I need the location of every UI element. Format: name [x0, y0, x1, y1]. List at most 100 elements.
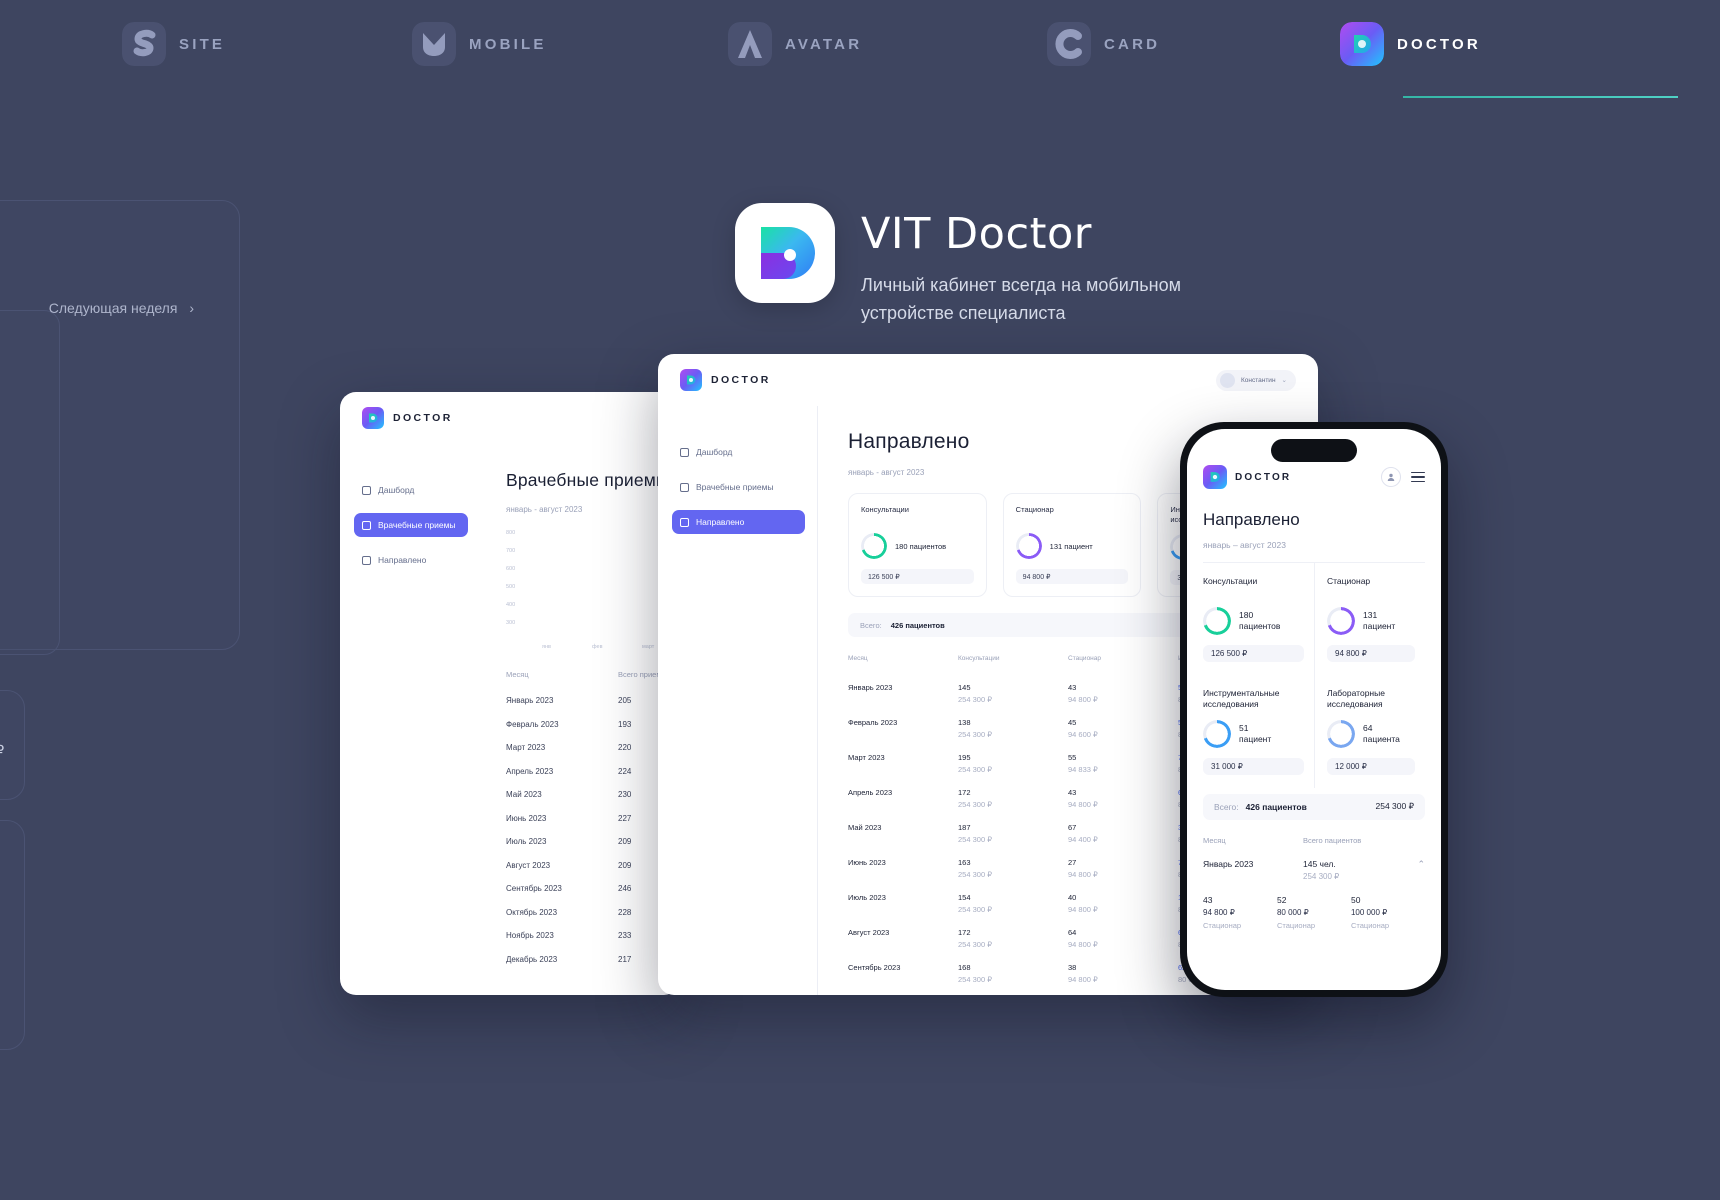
- row-consultations: 172 254 300 ₽: [958, 787, 992, 809]
- row-consultations: 168 254 300 ₽: [958, 962, 992, 984]
- mobile-logo-icon: [412, 22, 456, 66]
- total-label: Всего:: [860, 620, 882, 630]
- sidebar-item-dashboard[interactable]: Дашборд: [354, 478, 468, 502]
- table-row[interactable]: Май 2023 230 ↑ 13%: [506, 783, 680, 807]
- row-month: Ноябрь 2023: [506, 931, 554, 941]
- nav-item-label: AVATAR: [785, 35, 863, 53]
- schedule-donut-card: [0, 820, 25, 1050]
- detail-label: Стационар: [1350, 920, 1390, 930]
- stat-count: 180 пациентов: [1239, 609, 1281, 631]
- stat-money: 126 500 ₽: [1203, 645, 1304, 662]
- window-logo-text: DOCTOR: [711, 374, 771, 386]
- top-navigation: SITE MOBILE AVATAR CARD DOCTOR: [0, 0, 1720, 108]
- row-hospital: 55 94 833 ₽: [1068, 752, 1098, 774]
- row-month: Декабрь 2023: [506, 954, 558, 964]
- sidebar-item-directed[interactable]: Направлено: [354, 548, 468, 572]
- nav-item-site[interactable]: SITE: [122, 22, 225, 66]
- x-tick: фев: [592, 644, 603, 650]
- phone-stat-card[interactable]: Инструментальные исследования 51 пациент …: [1203, 675, 1314, 788]
- row-month: Май 2023: [848, 822, 882, 832]
- phone-stat-card[interactable]: Стационар 131 пациент 94 800 ₽: [1314, 563, 1425, 675]
- sidebar-item-dashboard[interactable]: Дашборд: [672, 440, 805, 464]
- nav-item-card[interactable]: CARD: [1047, 22, 1160, 66]
- stat-card[interactable]: Стационар 131 пациент 94 800 ₽: [1002, 493, 1142, 598]
- column-header-month: Месяц: [506, 670, 529, 679]
- row-month: Август 2023: [506, 860, 551, 870]
- table-row[interactable]: Ноябрь 2023 233 ↑ 12%: [506, 924, 680, 948]
- sidebar-item-receptions[interactable]: Врачебные приемы: [354, 513, 468, 537]
- vit-doctor-app-icon: [735, 203, 835, 303]
- column-header-month: Месяц: [1203, 835, 1226, 845]
- user-menu[interactable]: Константин ⌄: [1215, 369, 1296, 391]
- phone-logo-text: DOCTOR: [1235, 471, 1292, 483]
- sidebar-item-label: Направлено: [696, 517, 745, 527]
- phone-stat-card[interactable]: Лабораторные исследования 64 пациента 12 …: [1314, 675, 1425, 788]
- line-chart: 800 700 600 500 400 300 янв фев март апр: [506, 528, 680, 650]
- x-tick: янв: [542, 644, 551, 650]
- table-header: Месяц Всего приемов: [506, 670, 680, 689]
- table-row[interactable]: Декабрь 2023 217 ↓ 8%: [506, 948, 680, 972]
- total-value: 426 пациентов: [890, 620, 945, 630]
- row-month: Апрель 2023: [506, 766, 554, 776]
- y-tick: 800: [506, 530, 516, 536]
- avatar[interactable]: [1381, 467, 1401, 487]
- nav-item-doctor[interactable]: DOCTOR: [1340, 22, 1481, 66]
- column-header-consultations: Консультации: [958, 655, 1000, 663]
- window-main: Врачебные приемы январь - август 2023 80…: [480, 444, 680, 995]
- table-row[interactable]: Сентябрь 2023 246 ↑ 14%: [506, 877, 680, 901]
- row-month: Май 2023: [506, 790, 542, 800]
- next-week-button[interactable]: Следующая неделя ›: [0, 300, 210, 316]
- window-logo-text: DOCTOR: [393, 412, 453, 424]
- sidebar: Дашборд Врачебные приемы Направлено: [340, 444, 480, 995]
- column-header-month: Месяц: [848, 655, 868, 663]
- stat-name: Консультации: [1203, 576, 1258, 586]
- detail-money: 100 000 ₽: [1350, 907, 1388, 917]
- sidebar-item-label: Врачебные приемы: [696, 482, 774, 492]
- table-row[interactable]: Апрель 2023 224 ↑ 14%: [506, 760, 680, 784]
- chevron-up-icon[interactable]: ⌃: [1417, 859, 1425, 870]
- table-row[interactable]: Август 2023 209 ↑ 12%: [506, 854, 680, 878]
- row-consultations: 138 254 300 ₽: [958, 717, 992, 739]
- phone-total-bar: Всего: 426 пациентов 254 300 ₽: [1203, 793, 1425, 820]
- window-period: январь - август 2023: [506, 505, 583, 514]
- donut-chart: [1203, 607, 1231, 635]
- total-label: Всего:: [1214, 801, 1239, 812]
- sidebar-item-receptions[interactable]: Врачебные приемы: [672, 475, 805, 499]
- detail-label: Стационар: [1203, 920, 1242, 930]
- column-header-patients: Всего пациентов: [1303, 835, 1362, 845]
- hero-subtitle: Личный кабинет всегда на мобильном устро…: [861, 275, 1181, 323]
- sidebar-item-directed[interactable]: Направлено: [672, 510, 805, 534]
- stat-money: 31 000 ₽: [1203, 757, 1304, 775]
- row-consultations: 163 254 300 ₽: [958, 857, 992, 879]
- card-logo-icon: [1047, 22, 1091, 66]
- doctor-logo-icon: [362, 407, 384, 429]
- table-row[interactable]: Октябрь 2023 228 ↓ 9%: [506, 901, 680, 925]
- table-row[interactable]: Февраль 2023 193 ↓ 11%: [506, 713, 680, 737]
- table-row[interactable]: Март 2023 220 ↑ 13%: [506, 736, 680, 760]
- phone-header: DOCTOR: [1203, 465, 1425, 489]
- row-money: 254 300 ₽: [1303, 871, 1340, 881]
- chevron-right-icon: ›: [189, 300, 194, 316]
- nav-item-avatar[interactable]: AVATAR: [728, 22, 862, 66]
- table-row[interactable]: Январь 2023 205 ↑ 14%: [506, 689, 680, 713]
- phone-notch: [1271, 439, 1357, 462]
- row-month: Август 2023: [848, 927, 890, 937]
- nav-item-label: SITE: [179, 35, 226, 53]
- phone-detail-col: 52 80 000 ₽ Стационар: [1277, 895, 1351, 930]
- stat-count: 51 пациент: [1239, 722, 1272, 744]
- stat-card[interactable]: Консультации 180 пациентов 126 500 ₽: [848, 493, 987, 598]
- table-row[interactable]: Июнь 2023 227 ↑ 18%: [506, 807, 680, 831]
- phone-stat-card[interactable]: Консультации 180 пациентов 126 500 ₽: [1203, 563, 1314, 675]
- row-hospital: 27 94 800 ₽: [1068, 857, 1098, 879]
- phone-table-row[interactable]: Январь 2023 145 чел. 254 300 ₽ ⌃: [1203, 859, 1425, 881]
- row-hospital: 67 94 400 ₽: [1068, 822, 1098, 844]
- document-icon: [680, 517, 689, 527]
- sidebar-item-label: Дашборд: [696, 447, 733, 457]
- phone-stat-grid: Консультации 180 пациентов 126 500 ₽ Стац…: [1203, 563, 1425, 788]
- row-month: Март 2023: [506, 743, 546, 753]
- table-row[interactable]: Июль 2023 209 ↓ 9%: [506, 830, 680, 854]
- nav-item-mobile[interactable]: MOBILE: [412, 22, 547, 66]
- stat-name: Лабораторные исследования: [1327, 688, 1385, 710]
- stat-count: 131 пациент: [1363, 609, 1396, 631]
- menu-icon[interactable]: [1411, 469, 1425, 486]
